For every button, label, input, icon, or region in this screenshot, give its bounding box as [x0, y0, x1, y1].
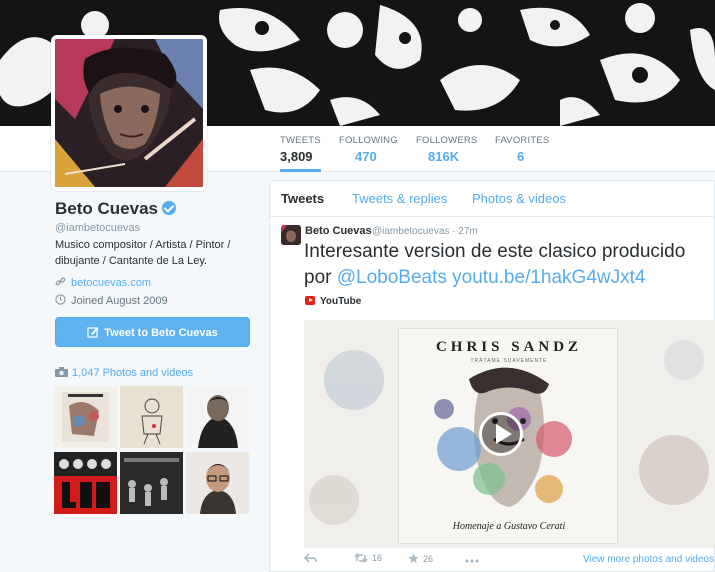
video-card[interactable]: CHRIS SANDZ TRÁTAME SUAVEMENTE Homenaje …: [304, 320, 715, 548]
tweet-to-label: Tweet to Beto Cuevas: [104, 327, 218, 339]
stat-favorites[interactable]: FAVORITES 6: [495, 135, 549, 164]
card-source-label: YouTube: [320, 296, 362, 307]
view-more-link[interactable]: View more photos and videos: [583, 554, 714, 565]
link-icon: [55, 277, 66, 286]
favorite-count: 26: [423, 554, 434, 564]
reply-icon: [304, 553, 317, 563]
tweet-actions: 16 26 View more photos and videos: [304, 553, 714, 569]
camera-icon: [55, 367, 68, 377]
reply-button[interactable]: [304, 553, 321, 563]
album-footer: Homenaje a Gustavo Cerati: [452, 521, 566, 532]
stat-label: FOLLOWING: [339, 135, 398, 146]
timeline-tabs: Tweets Tweets & replies Photos & videos: [270, 181, 714, 217]
photos-videos-link[interactable]: 1,047 Photos and videos: [55, 367, 193, 379]
photo-thumbnail[interactable]: [54, 452, 117, 514]
card-source[interactable]: YouTube: [305, 296, 361, 307]
tweet-to-button[interactable]: Tweet to Beto Cuevas: [55, 317, 250, 347]
photo-thumbnail[interactable]: [186, 452, 249, 514]
more-icon: [465, 559, 479, 563]
joined-row: Joined August 2009: [55, 294, 168, 307]
stat-tweets[interactable]: TWEETS 3,809: [280, 135, 321, 172]
more-button[interactable]: [465, 553, 483, 563]
album-title: CHRIS SANDZ: [435, 339, 583, 355]
stat-value: 470: [355, 149, 377, 164]
tab-tweets-replies[interactable]: Tweets & replies: [352, 191, 447, 206]
photo-thumbnail[interactable]: [120, 386, 183, 448]
stat-following[interactable]: FOLLOWING 470: [339, 135, 398, 164]
tweet-mention[interactable]: @LoboBeats: [337, 267, 447, 288]
joined-date: Joined August 2009: [71, 295, 168, 307]
tweet-text: Interesante version de este clasico prod…: [304, 239, 704, 291]
retweet-icon: [354, 553, 368, 563]
photos-videos-label: 1,047 Photos and videos: [72, 367, 194, 379]
screen-name[interactable]: @iambetocuevas: [55, 222, 140, 234]
star-icon: [408, 553, 419, 564]
retweet-button[interactable]: 16: [354, 553, 382, 563]
profile-name[interactable]: Beto Cuevas: [55, 199, 158, 219]
stat-label: TWEETS: [280, 135, 321, 146]
verified-icon: [162, 201, 176, 215]
retweet-count: 16: [372, 553, 383, 563]
stat-label: FAVORITES: [495, 135, 550, 146]
stat-value: 816K: [428, 149, 460, 164]
tweet-author[interactable]: Beto Cuevas: [305, 225, 372, 237]
stat-followers[interactable]: FOLLOWERS 816K: [416, 135, 477, 164]
photo-thumbnail[interactable]: [54, 386, 117, 448]
photo-thumbnail[interactable]: [120, 452, 183, 514]
website-row: betocuevas.com: [55, 276, 151, 289]
timeline-panel: Tweets Tweets & replies Photos & videos …: [269, 180, 715, 572]
profile-avatar[interactable]: [51, 35, 207, 191]
stat-value: 3,809: [280, 149, 313, 164]
profile-bio: Musico compositor / Artista / Pintor / d…: [55, 239, 231, 267]
stat-value: 6: [517, 149, 525, 164]
photo-thumbnail[interactable]: [186, 386, 249, 448]
youtube-icon: [305, 296, 315, 305]
favorite-button[interactable]: 26: [408, 553, 433, 564]
album-subtitle: TRÁTAME SUAVEMENTE: [470, 358, 548, 364]
tweet-link[interactable]: youtu.be/1hakG4wJxt4: [452, 267, 645, 288]
tab-tweets[interactable]: Tweets: [281, 191, 324, 206]
calendar-icon: [55, 294, 66, 305]
website-link[interactable]: betocuevas.com: [71, 277, 151, 289]
stat-label: FOLLOWERS: [416, 135, 478, 146]
play-icon[interactable]: [479, 412, 523, 456]
compose-icon: [87, 327, 99, 338]
tab-photos-videos[interactable]: Photos & videos: [472, 191, 566, 206]
tweet-avatar[interactable]: [281, 225, 301, 245]
tweet-handle-time[interactable]: @iambetocuevas · 27m: [372, 226, 478, 237]
